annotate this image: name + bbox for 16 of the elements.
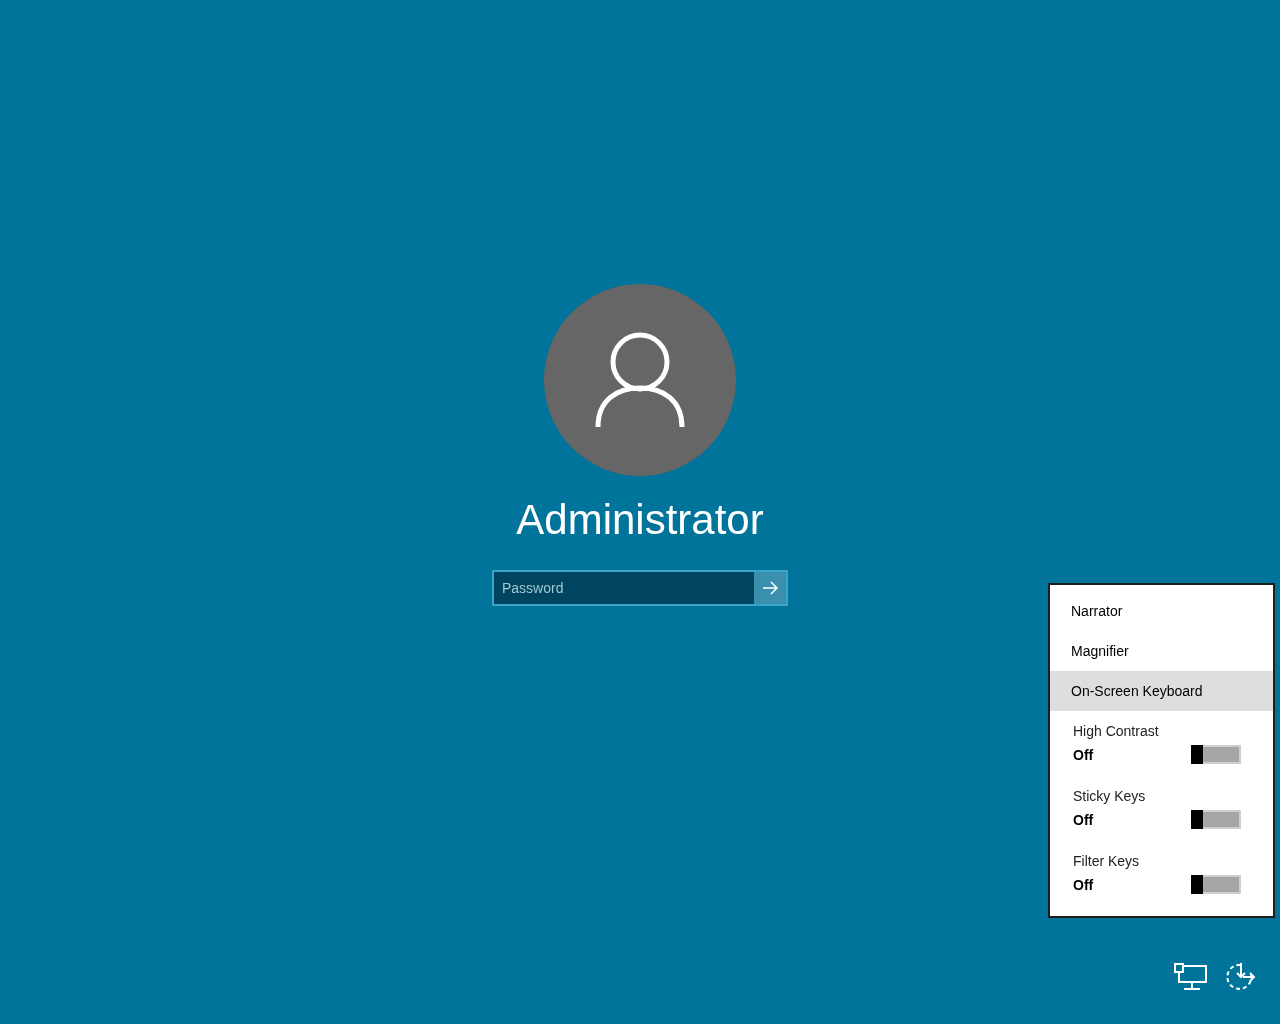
- toggle-label: Sticky Keys: [1073, 788, 1147, 804]
- toggle-switch[interactable]: [1191, 810, 1241, 829]
- toggle-label: High Contrast: [1073, 723, 1160, 739]
- toggle-switch[interactable]: [1191, 745, 1241, 764]
- toggle-label: Filter Keys: [1073, 853, 1141, 869]
- person-icon: [595, 330, 685, 430]
- toggle-state: Off: [1073, 876, 1094, 893]
- toggle-state: Off: [1073, 811, 1094, 828]
- toggle-switch[interactable]: [1191, 875, 1241, 894]
- network-button[interactable]: [1174, 962, 1208, 992]
- ease-of-access-button[interactable]: [1224, 962, 1258, 992]
- toggle-state: Off: [1073, 746, 1094, 763]
- network-monitor-icon: [1174, 963, 1208, 991]
- user-name: Administrator: [516, 496, 764, 544]
- ease-of-access-icon: [1225, 962, 1257, 992]
- menu-item[interactable]: On-Screen Keyboard: [1050, 671, 1273, 711]
